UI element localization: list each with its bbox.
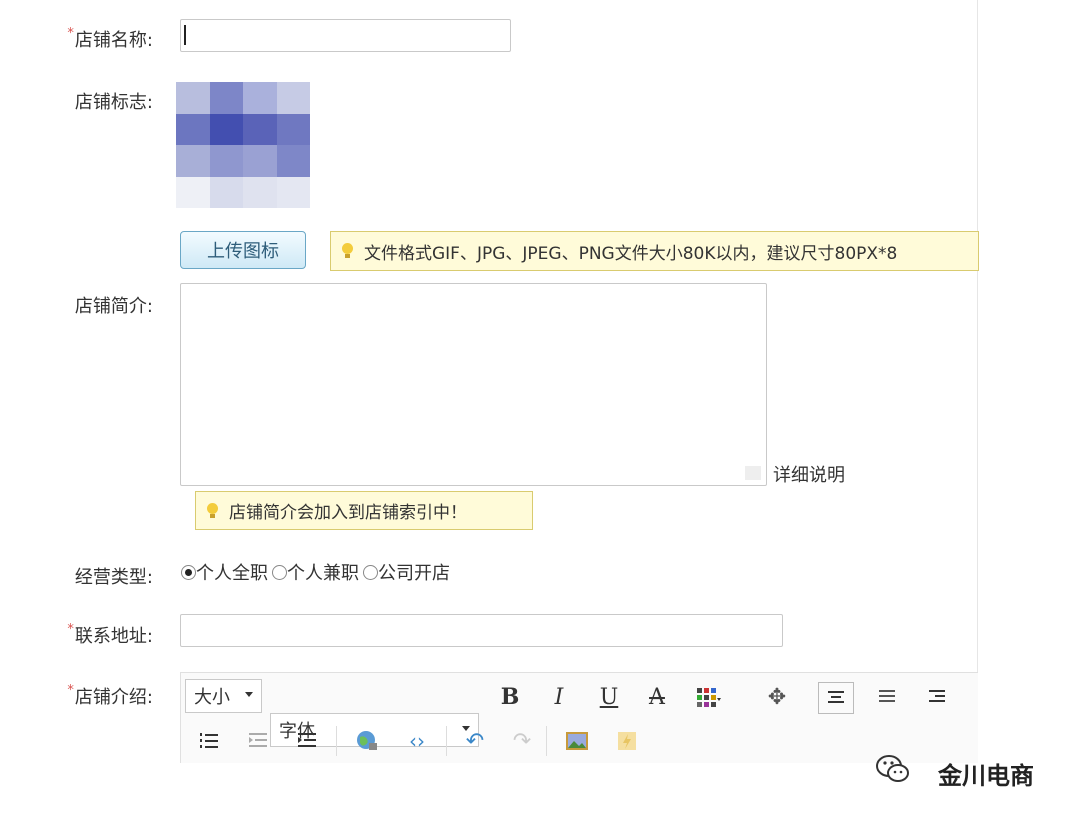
undo-icon[interactable]: ↶ [458,726,492,756]
ordered-list-icon[interactable] [192,726,226,756]
toolbar-divider [546,726,547,756]
resize-handle-icon[interactable] [745,466,761,480]
source-code-icon[interactable]: ‹› [400,726,434,756]
radio-parttime[interactable] [272,565,287,580]
shop-intro-textarea[interactable] [180,283,767,486]
align-center-icon[interactable] [818,682,854,714]
shop-desc-label: *店铺介绍: [67,683,153,708]
upload-logo-button[interactable]: 上传图标 [180,231,306,269]
shop-logo-image [176,82,310,208]
wechat-icon [875,752,911,788]
bold-button[interactable]: B [493,682,527,712]
radio-company[interactable] [363,565,378,580]
required-mark: * [67,26,74,41]
lightbulb-icon [341,243,354,259]
text-caret [184,25,186,45]
chevron-down-icon [245,692,253,697]
outdent-icon[interactable] [241,726,275,756]
lightbulb-icon [206,502,219,519]
radio-label: 个人兼职 [287,563,359,584]
link-globe-icon[interactable] [350,726,384,756]
required-mark: * [67,622,74,637]
intro-tip: 店铺简介会加入到店铺索引中！ [195,491,533,530]
align-justify-icon[interactable] [870,682,904,712]
align-right-icon[interactable] [920,682,954,712]
radio-label: 个人全职 [196,563,268,584]
watermark-text: 金川电商 [938,762,1034,790]
required-mark: * [67,683,74,698]
italic-button[interactable]: I [542,682,576,712]
insert-image-icon[interactable] [560,726,594,756]
underline-button[interactable]: U [592,682,626,712]
upload-tip: 文件格式GIF、JPG、JPEG、PNG文件大小80K以内，建议尺寸80PX*8 [330,231,979,271]
color-grid-icon[interactable] [692,682,726,712]
indent-icon[interactable] [290,726,324,756]
redo-icon[interactable]: ↷ [505,726,539,756]
address-label: *联系地址: [67,622,153,647]
radio-label: 公司开店 [378,563,450,584]
shop-intro-label: 店铺简介: [74,296,153,317]
shop-name-input[interactable] [180,19,511,52]
address-input[interactable] [180,614,783,647]
radio-fulltime[interactable] [181,565,196,580]
insert-flash-icon[interactable] [610,726,644,756]
biz-type-radio-group: 个人全职 个人兼职 公司开店 [181,559,454,585]
font-size-select[interactable]: 大小 [185,679,262,713]
shop-name-label: *店铺名称: [67,26,153,51]
detail-link[interactable]: 详细说明 [773,461,845,487]
move-icon[interactable]: ✥ [760,682,794,712]
toolbar-divider [336,726,337,756]
biz-type-label: 经营类型: [74,567,153,588]
toolbar-divider [446,726,447,756]
strikethrough-button[interactable]: A [640,682,674,712]
shop-logo-label: 店铺标志: [74,92,153,113]
form-right-border [977,0,978,760]
